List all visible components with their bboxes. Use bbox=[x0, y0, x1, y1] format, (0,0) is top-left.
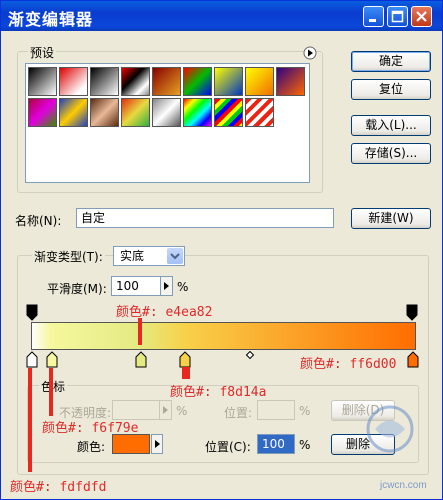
preset-swatch[interactable] bbox=[59, 98, 88, 127]
window-title: 渐变编辑器 bbox=[8, 10, 94, 29]
preset-swatch[interactable] bbox=[121, 98, 150, 127]
new-button[interactable]: 新建(W) bbox=[351, 208, 431, 229]
location-input-2[interactable]: 100 bbox=[257, 434, 295, 454]
location-input-1 bbox=[257, 400, 295, 420]
presets-list[interactable] bbox=[25, 63, 310, 183]
color-stop-3[interactable] bbox=[134, 351, 148, 369]
preset-swatch[interactable] bbox=[183, 67, 212, 96]
preset-swatch[interactable] bbox=[90, 67, 119, 96]
annotation-marker-f6f79e bbox=[49, 368, 53, 416]
watermark-logo-icon bbox=[366, 405, 414, 453]
triangle-right-icon bbox=[155, 440, 160, 448]
preset-swatch[interactable] bbox=[214, 98, 243, 127]
color-menu-button[interactable] bbox=[151, 434, 163, 454]
annotation-ff6d00: 颜色#: ff6d00 bbox=[300, 357, 397, 372]
maximize-button[interactable] bbox=[387, 6, 408, 27]
close-icon bbox=[416, 11, 427, 22]
preset-swatch[interactable] bbox=[121, 67, 150, 96]
annotation-marker-fdfdfd bbox=[28, 368, 32, 472]
annotation-marker-f8d14a bbox=[182, 367, 190, 379]
preset-swatch[interactable] bbox=[59, 67, 88, 96]
triangle-right-icon bbox=[164, 282, 169, 290]
maximize-icon bbox=[391, 10, 404, 23]
location-unit-1: % bbox=[299, 404, 311, 418]
midpoint-diamond-icon[interactable] bbox=[246, 351, 254, 359]
preset-swatch[interactable] bbox=[28, 98, 57, 127]
name-label: 名称(N): bbox=[15, 214, 62, 228]
preset-swatch[interactable] bbox=[214, 67, 243, 96]
color-label: 颜色: bbox=[77, 440, 106, 454]
opacity-menu-button bbox=[160, 400, 172, 420]
preset-swatch[interactable] bbox=[152, 67, 181, 96]
minimize-icon bbox=[369, 19, 376, 22]
color-stop-1[interactable] bbox=[25, 351, 39, 369]
smoothness-label: 平滑度(M): bbox=[47, 282, 107, 296]
annotation-marker-e4ea82 bbox=[138, 318, 142, 345]
triangle-right-icon bbox=[163, 406, 168, 414]
title-bar[interactable]: 渐变编辑器 bbox=[1, 1, 442, 31]
chevron-down-icon[interactable] bbox=[167, 248, 183, 264]
opacity-stop-right[interactable] bbox=[406, 304, 418, 322]
preset-swatch[interactable] bbox=[245, 98, 274, 127]
minimize-button[interactable] bbox=[363, 6, 384, 27]
gradient-type-label: 渐变类型(T): bbox=[32, 248, 105, 265]
preset-swatch[interactable] bbox=[152, 98, 181, 127]
color-swatch[interactable] bbox=[112, 434, 150, 454]
color-stop-5-selected[interactable] bbox=[406, 351, 420, 369]
annotation-e4ea82: 颜色#: e4ea82 bbox=[116, 305, 213, 320]
presets-menu-icon[interactable] bbox=[303, 46, 317, 60]
gradient-preview-bar[interactable] bbox=[31, 322, 416, 350]
name-input[interactable]: 自定 bbox=[76, 208, 334, 228]
reset-button[interactable]: 复位 bbox=[351, 79, 431, 100]
smoothness-input[interactable]: 100 bbox=[111, 276, 161, 296]
location-label-2: 位置(C): bbox=[205, 440, 251, 454]
smoothness-menu-button[interactable] bbox=[161, 276, 173, 296]
load-button[interactable]: 载入(L)... bbox=[351, 115, 431, 136]
annotation-fdfdfd: 颜色#: fdfdfd bbox=[10, 480, 107, 495]
color-stop-2[interactable] bbox=[45, 351, 59, 369]
gradient-type-value: 实底 bbox=[120, 249, 145, 263]
opacity-unit: % bbox=[176, 404, 188, 418]
location-unit-2: % bbox=[299, 438, 311, 452]
ok-button[interactable]: 确定 bbox=[351, 51, 431, 72]
save-button[interactable]: 存储(S)... bbox=[351, 143, 431, 164]
preset-swatch[interactable] bbox=[276, 67, 305, 96]
gradient-type-select[interactable]: 实底 bbox=[113, 246, 185, 266]
presets-label: 预设 bbox=[28, 44, 57, 61]
preset-swatch[interactable] bbox=[28, 67, 57, 96]
annotation-f6f79e: 颜色#: f6f79e bbox=[42, 421, 139, 436]
stops-label: 色标 bbox=[39, 378, 68, 395]
annotation-f8d14a: 颜色#: f8d14a bbox=[170, 385, 267, 400]
location-label-1: 位置: bbox=[224, 406, 253, 420]
preset-swatch[interactable] bbox=[183, 98, 212, 127]
preset-swatch[interactable] bbox=[90, 98, 119, 127]
watermark-text: jcwcn.com bbox=[380, 480, 427, 491]
opacity-stop-left[interactable] bbox=[26, 304, 38, 322]
smoothness-unit: % bbox=[177, 280, 189, 294]
preset-swatch[interactable] bbox=[245, 67, 274, 96]
close-button[interactable] bbox=[411, 6, 432, 27]
